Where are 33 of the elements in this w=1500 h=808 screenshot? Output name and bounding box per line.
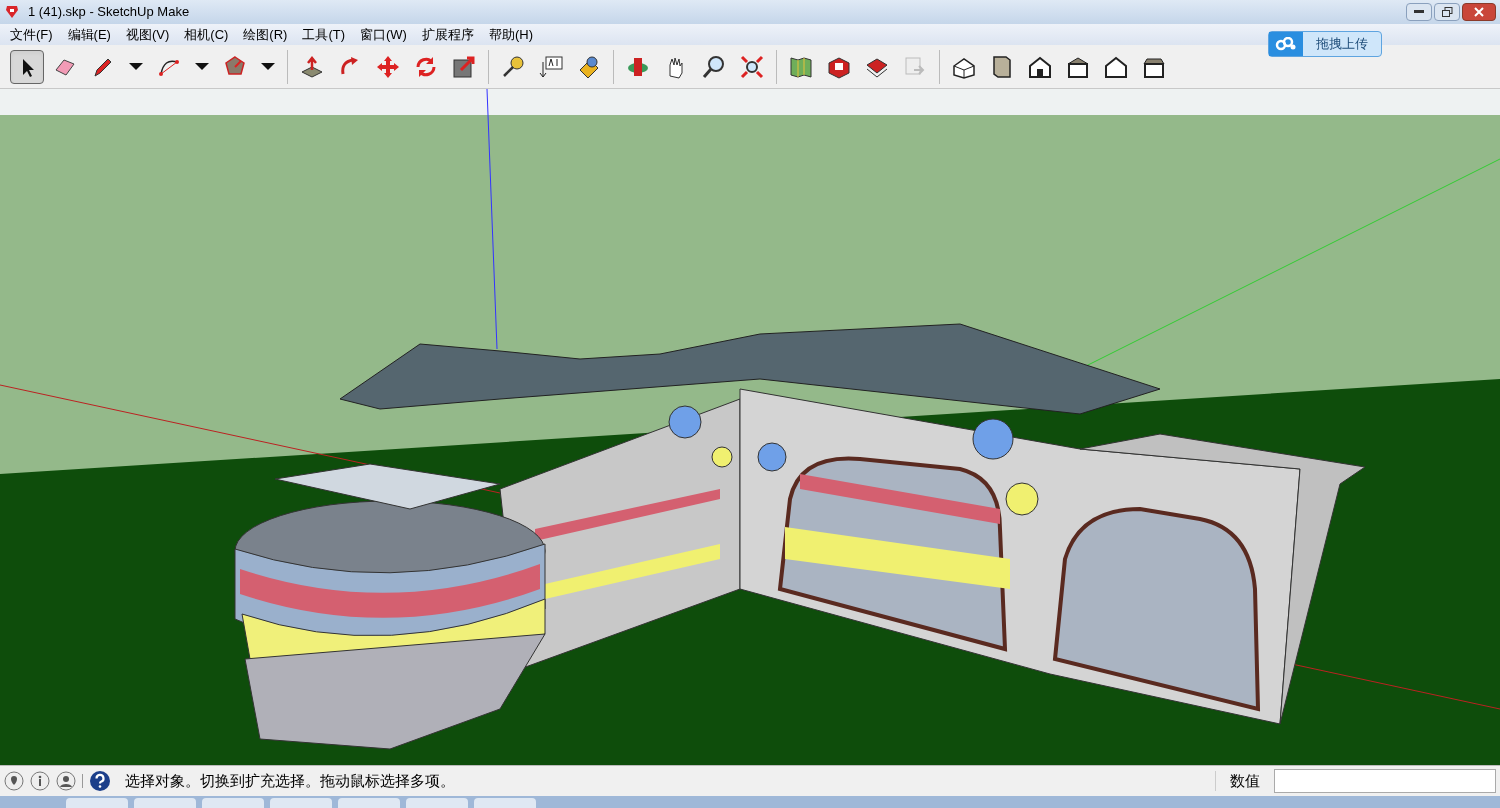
restore-icon bbox=[1441, 7, 1453, 17]
zoom-icon bbox=[701, 53, 727, 80]
user-icon[interactable] bbox=[56, 771, 76, 791]
geolocation-icon[interactable] bbox=[4, 771, 24, 791]
toolbar-button[interactable] bbox=[10, 49, 44, 84]
status-message: 选择对象。切换到扩充选择。拖动鼠标选择多项。 bbox=[125, 770, 455, 791]
menu-item[interactable]: 编辑(E) bbox=[61, 24, 117, 45]
menu-item[interactable]: 工具(T) bbox=[296, 24, 351, 45]
cloud-icon bbox=[1275, 37, 1297, 51]
close-icon bbox=[1474, 7, 1484, 17]
text-label-icon bbox=[538, 53, 564, 80]
caret-icon bbox=[195, 63, 209, 70]
menu-item[interactable]: 窗口(W) bbox=[354, 24, 413, 45]
minimize-button[interactable] bbox=[1406, 3, 1432, 21]
upload-button[interactable]: 拖拽上传 bbox=[1268, 31, 1382, 57]
caret-icon bbox=[129, 63, 143, 70]
measurement-field[interactable] bbox=[1274, 769, 1496, 793]
caret-icon bbox=[261, 63, 275, 70]
menu-item[interactable]: 文件(F) bbox=[4, 24, 59, 45]
close-button[interactable] bbox=[1462, 3, 1496, 21]
menu-item[interactable]: 绘图(R) bbox=[237, 24, 294, 45]
app-logo-icon bbox=[4, 4, 20, 20]
menu-item[interactable]: 扩展程序 bbox=[415, 24, 480, 45]
window-title: 1 (41).skp - SketchUp Make bbox=[28, 3, 190, 22]
minimize-icon bbox=[1414, 10, 1424, 14]
restore-button[interactable] bbox=[1434, 3, 1460, 21]
menu-item[interactable]: 帮助(H) bbox=[482, 24, 539, 45]
zoom-extents-icon bbox=[739, 53, 765, 80]
menu-item[interactable]: 相机(C) bbox=[178, 24, 235, 45]
menu-item[interactable]: 视图(V) bbox=[119, 24, 176, 45]
info-icon[interactable] bbox=[30, 771, 50, 791]
help-icon[interactable] bbox=[89, 770, 111, 792]
measurement-label: 数值 bbox=[1230, 770, 1260, 791]
